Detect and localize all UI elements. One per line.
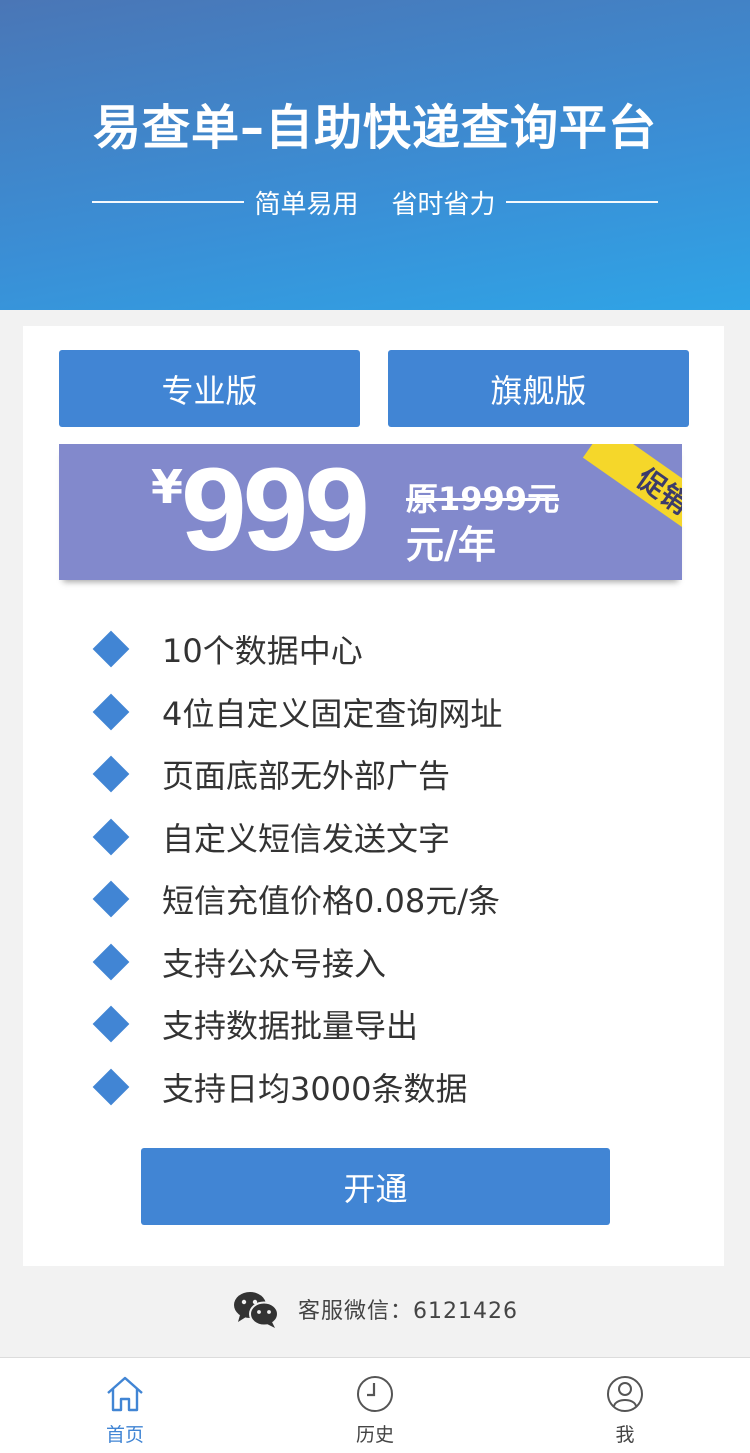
feature-list: 10个数据中心 4位自定义固定查询网址 页面底部无外部广告 自定义短信发送文字 … [91, 618, 691, 1118]
list-item: 支持公众号接入 [91, 931, 691, 994]
tab-history[interactable]: 历史 [250, 1358, 500, 1453]
diamond-bullet-icon [92, 755, 130, 793]
price-panel: ¥ 999 原1999元 元/年 促销 [59, 444, 682, 580]
feature-text: 4位自定义固定查询网址 [162, 694, 503, 733]
list-item: 4位自定义固定查询网址 [91, 681, 691, 744]
open-button[interactable]: 开通 [141, 1148, 610, 1225]
diamond-bullet-icon [92, 943, 130, 981]
promo-badge: 促销 [582, 444, 682, 556]
diamond-bullet-icon [92, 693, 130, 731]
tab-me-label: 我 [615, 1424, 635, 1446]
tab-home[interactable]: 首页 [0, 1358, 250, 1453]
feature-text: 支持数据批量导出 [162, 1007, 419, 1046]
diamond-bullet-icon [92, 818, 130, 856]
plan-card: 专业版 旗舰版 ¥ 999 原1999元 元/年 促销 10个数据中心 4位自定… [23, 326, 724, 1266]
feature-text: 短信充值价格0.08元/条 [162, 882, 501, 921]
divider-right [505, 201, 658, 203]
wechat-icon [234, 1292, 279, 1328]
list-item: 10个数据中心 [91, 618, 691, 681]
header-banner: 易查单–自助快递查询平台 简单易用 省时省力 [0, 0, 750, 310]
diamond-bullet-icon [92, 630, 130, 668]
diamond-bullet-icon [92, 1005, 130, 1043]
list-item: 支持日均3000条数据 [91, 1056, 691, 1119]
price-amount: 999 [181, 444, 370, 576]
tab-me[interactable]: 我 [500, 1358, 750, 1453]
customer-service: 客服微信：6121426 [0, 1286, 750, 1332]
tab-flagship[interactable]: 旗舰版 [388, 350, 689, 427]
tab-home-label: 首页 [105, 1424, 144, 1446]
tab-pro[interactable]: 专业版 [59, 350, 360, 427]
diamond-bullet-icon [92, 880, 130, 918]
list-item: 支持数据批量导出 [91, 993, 691, 1056]
price-unit: 元/年 [406, 523, 496, 567]
header-subtitle: 简单易用 省时省力 [92, 182, 658, 222]
diamond-bullet-icon [92, 1068, 130, 1106]
page-title: 易查单–自助快递查询平台 [92, 100, 657, 156]
feature-text: 页面底部无外部广告 [162, 757, 451, 796]
subtitle-text: 简单易用 省时省力 [254, 189, 496, 220]
feature-text: 支持公众号接入 [162, 944, 387, 983]
list-item: 短信充值价格0.08元/条 [91, 868, 691, 931]
tab-history-label: 历史 [355, 1424, 394, 1446]
divider-left [92, 201, 245, 203]
list-item: 页面底部无外部广告 [91, 743, 691, 806]
clock-icon [357, 1376, 393, 1412]
list-item: 自定义短信发送文字 [91, 806, 691, 869]
feature-text: 10个数据中心 [162, 632, 363, 671]
service-wechat-text: 客服微信：6121426 [298, 1299, 518, 1324]
feature-text: 支持日均3000条数据 [162, 1069, 468, 1108]
feature-text: 自定义短信发送文字 [162, 819, 451, 858]
currency-symbol: ¥ [151, 460, 184, 514]
bottom-tab-bar: 首页 历史 我 [0, 1357, 750, 1453]
user-icon [607, 1376, 643, 1412]
home-icon [107, 1376, 143, 1412]
